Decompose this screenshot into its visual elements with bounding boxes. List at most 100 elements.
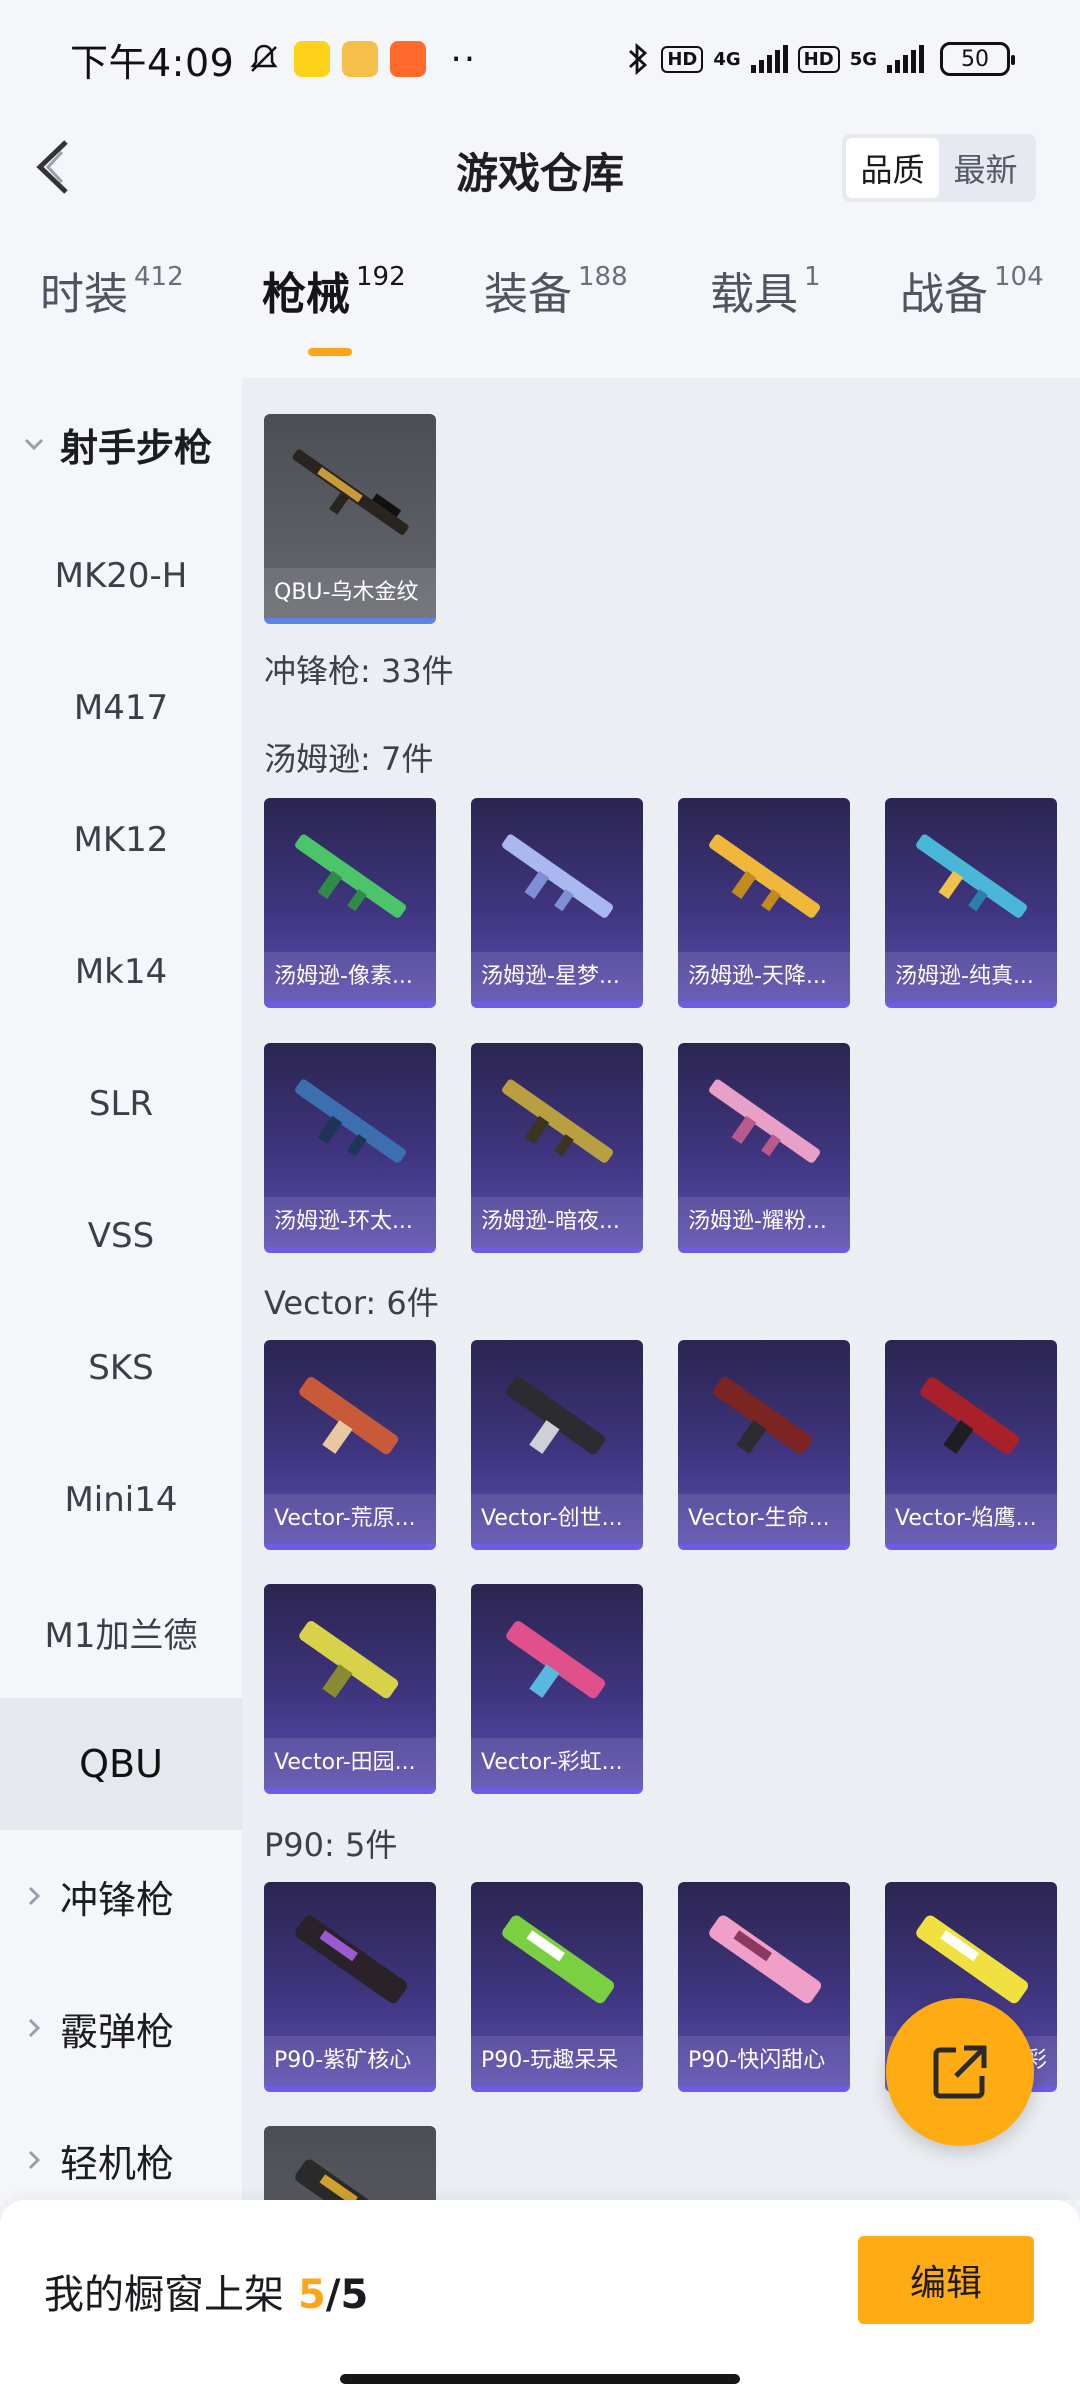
network-5g-label: 5G bbox=[849, 48, 877, 70]
more-notifications-icon: ·· bbox=[450, 38, 478, 80]
tab-tactical[interactable]: 战备 104 bbox=[900, 258, 1044, 322]
smg-skin-icon bbox=[299, 1621, 399, 1699]
smg-skin-icon bbox=[295, 834, 407, 918]
smg-skin-icon bbox=[709, 834, 821, 918]
share-export-icon bbox=[933, 2045, 987, 2099]
chevron-right-icon bbox=[28, 2018, 41, 2038]
tab-equipment[interactable]: 装备 188 bbox=[484, 258, 628, 322]
item-card[interactable]: Vector-田园... bbox=[264, 1584, 436, 1794]
game-warehouse-screen: 下午4:09 ·· HD 4G HD 5G 50 游戏仓库 品质 最新 时装 4… bbox=[0, 0, 1080, 2400]
item-card[interactable]: 汤姆逊-纯真... bbox=[885, 798, 1057, 1008]
item-card-label: Vector-焰鹰... bbox=[885, 1494, 1057, 1544]
showcase-count: 5 bbox=[298, 2272, 326, 2318]
item-card[interactable]: 汤姆逊-像素... bbox=[264, 798, 436, 1008]
item-card[interactable]: 汤姆逊-暗夜... bbox=[471, 1043, 643, 1253]
smg-skin-icon bbox=[299, 1377, 399, 1455]
sidebar-group-marksman-rifle[interactable]: 射手步枪 bbox=[0, 378, 242, 510]
item-card[interactable]: QBU-乌木金纹 bbox=[264, 414, 436, 624]
item-card-label: Vector-生命... bbox=[678, 1494, 850, 1544]
sort-toggle: 品质 最新 bbox=[842, 134, 1036, 202]
signal-bars-icon bbox=[750, 45, 788, 73]
item-card-label: P90-玩趣呆呆 bbox=[471, 2036, 643, 2086]
smg-skin-icon bbox=[295, 1915, 408, 2004]
chevron-right-icon bbox=[28, 2150, 41, 2170]
item-card-label: 汤姆逊-耀粉... bbox=[678, 1197, 850, 1247]
item-card[interactable]: 汤姆逊-天降... bbox=[678, 798, 850, 1008]
sidebar-item-vss[interactable]: VSS bbox=[0, 1170, 242, 1302]
item-card[interactable]: Vector-创世... bbox=[471, 1340, 643, 1550]
battery-level: 50 bbox=[961, 46, 989, 72]
sidebar-item-mini14[interactable]: Mini14 bbox=[0, 1434, 242, 1566]
active-tab-indicator bbox=[308, 348, 352, 356]
smg-skin-icon bbox=[502, 834, 614, 918]
section-title-smg: 冲锋枪: 33件 bbox=[264, 652, 454, 690]
item-card-label: Vector-荒原... bbox=[264, 1494, 436, 1544]
item-card[interactable]: P90-紫矿核心 bbox=[264, 1882, 436, 2092]
item-card-label: 汤姆逊-环太... bbox=[264, 1197, 436, 1247]
item-card-label: QBU-乌木金纹 bbox=[264, 568, 436, 618]
item-card[interactable]: 汤姆逊-耀粉... bbox=[678, 1043, 850, 1253]
smg-skin-icon bbox=[506, 1377, 606, 1455]
item-card[interactable]: P90-玩趣呆呆 bbox=[471, 1882, 643, 2092]
item-card-label: 汤姆逊-星梦... bbox=[471, 952, 643, 1002]
sidebar-item-mk12[interactable]: MK12 bbox=[0, 774, 242, 906]
header: 游戏仓库 品质 最新 bbox=[0, 118, 1080, 218]
bottom-bar: 我的橱窗上架 5 /5 编辑 bbox=[0, 2200, 1080, 2400]
category-tabs: 时装 412 枪械 192 装备 188 载具 1 战备 104 bbox=[0, 258, 1080, 358]
sidebar-item-m417[interactable]: M417 bbox=[0, 642, 242, 774]
tab-vehicles[interactable]: 载具 1 bbox=[710, 258, 821, 322]
showcase-status: 我的橱窗上架 5 /5 bbox=[44, 2262, 368, 2320]
sort-quality-button[interactable]: 品质 bbox=[846, 138, 939, 198]
smg-skin-icon bbox=[295, 1079, 407, 1163]
smg-skin-icon bbox=[916, 834, 1028, 918]
item-card[interactable]: Vector-荒原... bbox=[264, 1340, 436, 1550]
bluetooth-icon bbox=[629, 42, 648, 76]
sidebar-item-mk20h[interactable]: MK20-H bbox=[0, 510, 242, 642]
sidebar-group-shotgun[interactable]: 霰弹枪 bbox=[0, 1962, 242, 2094]
status-time: 下午4:09 bbox=[70, 40, 235, 85]
item-card-label: 汤姆逊-纯真... bbox=[885, 952, 1057, 1002]
section-title-thompson: 汤姆逊: 7件 bbox=[264, 740, 434, 778]
showcase-label: 我的橱窗上架 bbox=[44, 2272, 284, 2318]
sidebar-group-smg[interactable]: 冲锋枪 bbox=[0, 1830, 242, 1962]
item-grid: QBU-乌木金纹 冲锋枪: 33件 汤姆逊: 7件 汤姆逊-像素... 汤姆逊-… bbox=[242, 378, 1080, 2200]
item-card[interactable]: Vector-焰鹰... bbox=[885, 1340, 1057, 1550]
hd-badge: HD bbox=[797, 45, 840, 73]
sidebar-item-slr[interactable]: SLR bbox=[0, 1038, 242, 1170]
item-card-label: 汤姆逊-天降... bbox=[678, 952, 850, 1002]
shopping-app-icon bbox=[390, 41, 427, 77]
smg-skin-icon bbox=[920, 1377, 1020, 1455]
sidebar-item-mk14[interactable]: Mk14 bbox=[0, 906, 242, 1038]
smg-skin-icon bbox=[713, 1377, 813, 1455]
section-title-vector: Vector: 6件 bbox=[264, 1284, 439, 1322]
item-card-label: 汤姆逊-暗夜... bbox=[471, 1197, 643, 1247]
item-card[interactable] bbox=[264, 2126, 436, 2200]
home-indicator[interactable] bbox=[340, 2374, 740, 2384]
item-card[interactable]: 汤姆逊-星梦... bbox=[471, 798, 643, 1008]
tab-guns[interactable]: 枪械 192 bbox=[262, 258, 406, 322]
item-card-label: P90-紫矿核心 bbox=[264, 2036, 436, 2086]
sort-latest-button[interactable]: 最新 bbox=[939, 138, 1032, 198]
sidebar-item-qbu[interactable]: QBU bbox=[0, 1698, 242, 1830]
sidebar-item-m1-garand[interactable]: M1加兰德 bbox=[0, 1566, 242, 1698]
battery-icon: 50 bbox=[940, 42, 1015, 76]
network-4g-label: 4G bbox=[713, 48, 741, 70]
sidebar-group-lmg[interactable]: 轻机枪 bbox=[0, 2094, 242, 2200]
share-fab-button[interactable] bbox=[886, 1998, 1034, 2146]
chevron-down-icon bbox=[24, 438, 44, 451]
weapon-category-sidebar: 射手步枪 MK20-H M417 MK12 Mk14 SLR VSS SKS M… bbox=[0, 378, 242, 2200]
item-card[interactable]: 汤姆逊-环太... bbox=[264, 1043, 436, 1253]
item-card[interactable]: Vector-生命... bbox=[678, 1340, 850, 1550]
edit-button[interactable]: 编辑 bbox=[858, 2236, 1034, 2324]
signal-bars-icon bbox=[887, 45, 924, 73]
hd-badge: HD bbox=[661, 45, 704, 73]
item-card[interactable]: P90-快闪甜心 bbox=[678, 1882, 850, 2092]
tab-fashion[interactable]: 时装 412 bbox=[40, 258, 184, 322]
item-card[interactable]: Vector-彩虹... bbox=[471, 1584, 643, 1794]
smg-skin-icon bbox=[709, 1915, 822, 2004]
smg-skin-icon bbox=[295, 2159, 408, 2200]
rifle-skin-icon bbox=[292, 449, 409, 535]
sidebar-item-sks[interactable]: SKS bbox=[0, 1302, 242, 1434]
smg-skin-icon bbox=[502, 1079, 614, 1163]
section-title-p90: P90: 5件 bbox=[264, 1826, 398, 1864]
